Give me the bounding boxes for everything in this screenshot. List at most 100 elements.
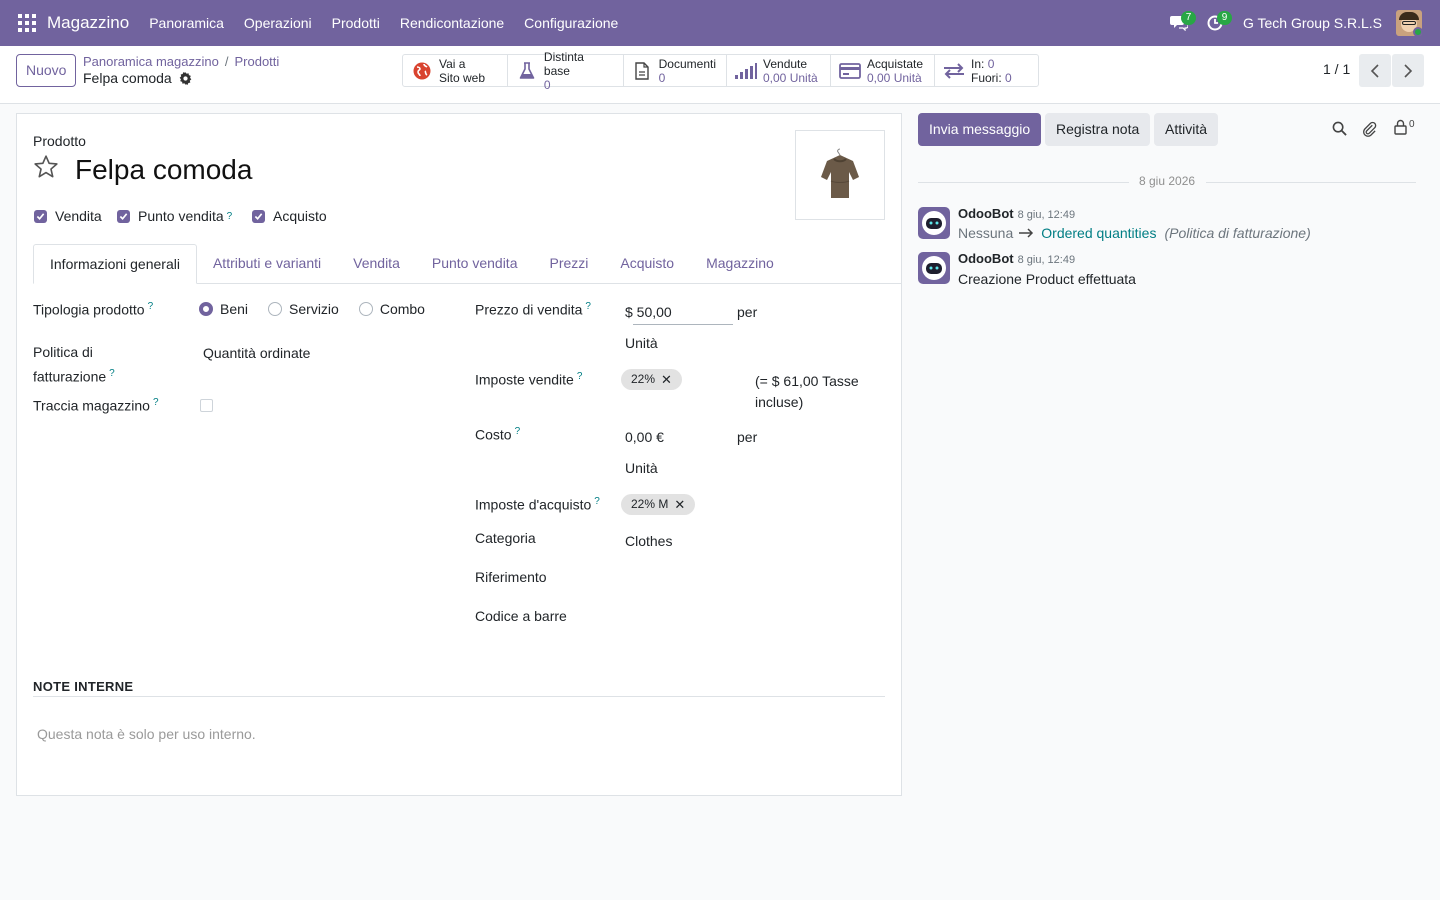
radio-selected-icon[interactable] — [199, 302, 213, 316]
sale-ok-checkbox[interactable]: Vendita — [34, 208, 102, 224]
radio-beni[interactable]: Beni — [199, 301, 248, 317]
help-icon[interactable]: ? — [577, 371, 583, 382]
purchased-button[interactable]: Acquistate 0,00 Unità — [831, 55, 935, 86]
pager-previous-button[interactable] — [1359, 54, 1391, 87]
sale-price-uom[interactable]: Unità — [625, 335, 658, 351]
help-icon[interactable]: ? — [153, 397, 159, 408]
stat-documents-value: 0 — [658, 70, 666, 85]
checkbox-checked-icon[interactable] — [252, 209, 265, 223]
purchase-ok-checkbox[interactable]: Acquisto — [252, 208, 327, 224]
record-title-text: Felpa comoda — [83, 70, 172, 86]
radio-servizio[interactable]: Servizio — [268, 301, 339, 317]
remove-tag-icon[interactable]: ✕ — [674, 494, 685, 515]
track-inventory-checkbox[interactable] — [200, 399, 213, 412]
go-to-website-button[interactable]: Vai a Sito web — [403, 55, 508, 86]
product-name-input[interactable]: Felpa comoda — [75, 154, 252, 186]
checkbox-checked-icon[interactable] — [34, 209, 47, 223]
barcode-input[interactable] — [625, 625, 885, 626]
followers-button[interactable]: 0 — [1394, 119, 1415, 135]
tab-vendita[interactable]: Vendita — [337, 244, 416, 283]
category-field[interactable]: Clothes — [625, 533, 672, 549]
activities-button[interactable]: Attività — [1154, 113, 1219, 146]
pager-next-button[interactable] — [1392, 54, 1424, 87]
tracking-old-value: Nessuna — [958, 225, 1014, 241]
breadcrumb-prodotti[interactable]: Prodotti — [234, 54, 279, 69]
message-time: 8 giu, 12:49 — [1017, 209, 1076, 221]
purchase-taxes-label: Imposte d'acquisto? — [475, 496, 600, 513]
cost-input[interactable]: 0,00 € — [625, 429, 664, 445]
cost-uom: Unità — [625, 460, 658, 476]
tracking-field-name: (Politica di fatturazione) — [1164, 225, 1311, 241]
menu-configurazione[interactable]: Configurazione — [514, 0, 628, 46]
user-avatar[interactable] — [1396, 10, 1422, 36]
menu-operazioni[interactable]: Operazioni — [234, 0, 322, 46]
odoobot-avatar[interactable] — [918, 252, 950, 284]
notebook-tabs: Informazioni generali Attributi e varian… — [33, 244, 902, 284]
help-icon[interactable]: ? — [148, 301, 154, 312]
tab-prezzi[interactable]: Prezzi — [533, 244, 604, 283]
sale-taxes-label-text: Imposte vendite — [475, 371, 574, 388]
tab-informazioni-generali[interactable]: Informazioni generali — [33, 244, 197, 284]
stat-documents-label: Documenti — [658, 56, 716, 71]
stat-website-line2: Sito web — [439, 70, 486, 85]
paperclip-icon[interactable] — [1362, 121, 1377, 140]
tab-punto-vendita[interactable]: Punto vendita — [416, 244, 534, 283]
radio-unselected-icon[interactable] — [358, 302, 373, 316]
checkbox-checked-icon[interactable] — [117, 209, 130, 223]
app-brand[interactable]: Magazzino — [47, 13, 129, 33]
menu-rendicontazione[interactable]: Rendicontazione — [390, 0, 514, 46]
sale-price-underline — [633, 324, 733, 325]
message-author[interactable]: OdooBot 8 giu, 12:49 — [958, 206, 1075, 221]
menu-panoramica[interactable]: Panoramica — [139, 0, 234, 46]
tracking-new-value: Ordered quantities — [1041, 225, 1157, 241]
odoobot-avatar[interactable] — [918, 207, 950, 239]
sale-tax-tag-label: 22% — [631, 372, 656, 386]
messages-count-badge: 7 — [1180, 11, 1196, 25]
menu-prodotti[interactable]: Prodotti — [322, 0, 390, 46]
sold-button[interactable]: Vendute 0,00 Unità — [727, 55, 831, 86]
message-author-name: OdooBot — [958, 251, 1014, 266]
internal-notes-input[interactable]: Questa nota è solo per uso interno. — [37, 726, 256, 742]
stat-purchased-value: 0,00 Unità — [867, 70, 922, 85]
radio-combo-label: Combo — [379, 301, 425, 317]
help-icon[interactable]: ? — [594, 496, 600, 507]
gear-icon[interactable] — [179, 71, 192, 85]
activities-button[interactable]: 9 — [1197, 0, 1233, 46]
sale-price-input[interactable]: $ 50,00 — [625, 304, 672, 320]
bom-button[interactable]: Distinta base 0 — [508, 50, 624, 92]
pos-label: Punto vendita — [138, 208, 224, 224]
category-label: Categoria — [475, 530, 536, 546]
reference-input[interactable] — [625, 586, 885, 587]
favorite-star-icon[interactable] — [33, 154, 59, 183]
product-image[interactable] — [795, 130, 885, 220]
purchase-tax-tag-label: 22% M — [631, 497, 669, 511]
in-out-button[interactable]: In: 0 Fuori: 0 — [935, 55, 1038, 86]
chevron-right-icon — [1404, 63, 1413, 78]
radio-unselected-icon[interactable] — [268, 302, 283, 316]
stat-out-label: Fuori: — [971, 70, 1002, 85]
log-note-button[interactable]: Registra nota — [1045, 113, 1151, 146]
tab-acquisto[interactable]: Acquisto — [604, 244, 690, 283]
invoice-policy-field[interactable]: Quantità ordinate — [203, 345, 310, 361]
help-icon[interactable]: ? — [515, 426, 521, 437]
sale-ok-label: Vendita — [55, 208, 102, 224]
tab-attributi-varianti[interactable]: Attributi e varianti — [197, 244, 337, 283]
messaging-button[interactable]: 7 — [1161, 0, 1197, 46]
pos-checkbox[interactable]: Punto vendita? — [117, 208, 232, 224]
tab-magazzino[interactable]: Magazzino — [690, 244, 790, 283]
pos-help-icon[interactable]: ? — [227, 211, 233, 222]
search-icon[interactable] — [1332, 121, 1347, 139]
help-icon[interactable]: ? — [109, 368, 115, 379]
company-switcher[interactable]: G Tech Group S.R.L.S — [1243, 15, 1382, 31]
stat-bom-value: 0 — [543, 77, 551, 92]
help-icon[interactable]: ? — [585, 301, 591, 312]
new-button[interactable]: Nuovo — [16, 54, 77, 87]
radio-combo[interactable]: Combo — [358, 301, 425, 317]
send-message-button[interactable]: Invia messaggio — [918, 113, 1042, 146]
remove-tag-icon[interactable]: ✕ — [661, 369, 672, 390]
breadcrumb-panoramica-magazzino[interactable]: Panoramica magazzino — [83, 54, 219, 69]
message-author[interactable]: OdooBot 8 giu, 12:49 — [958, 251, 1075, 266]
sale-tax-tag: 22% ✕ — [621, 369, 682, 390]
apps-menu-icon[interactable] — [18, 14, 36, 32]
documents-button[interactable]: Documenti 0 — [624, 55, 727, 86]
